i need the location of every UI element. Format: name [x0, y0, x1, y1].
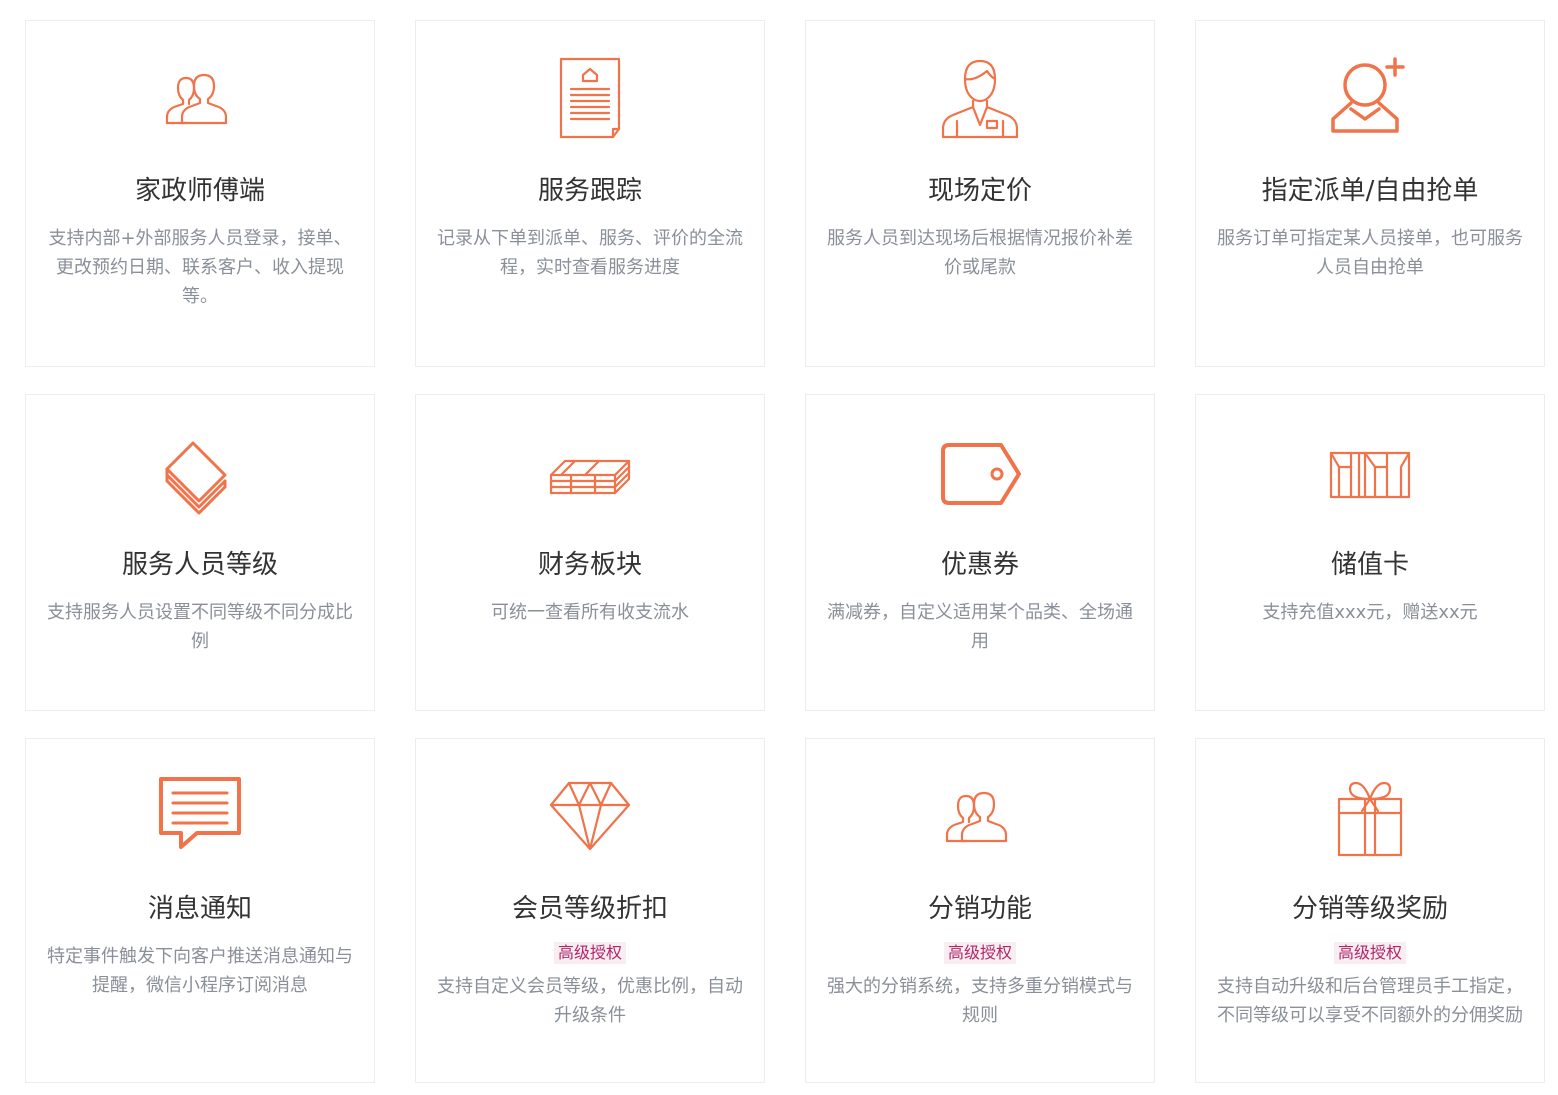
feature-title: 服务跟踪: [537, 176, 642, 206]
feature-card: 指定派单/自由抢单 服务订单可指定某人员接单，也可服务人员自由抢单: [1195, 20, 1545, 367]
feature-title: 现场定价: [927, 176, 1032, 206]
feature-card: 财务板块 可统一查看所有收支流水: [415, 394, 765, 711]
feature-card: 家政师傅端 支持内部+外部服务人员登录，接单、更改预约日期、联系客户、收入提现等…: [25, 20, 375, 367]
feature-card: 服务跟踪 记录从下单到派单、服务、评价的全流程，实时查看服务进度: [415, 20, 765, 367]
license-badge: 高级授权: [1333, 942, 1407, 964]
feature-card: 服务人员等级 支持服务人员设置不同等级不同分成比例: [25, 394, 375, 711]
feature-desc: 支持自动升级和后台管理员手工指定，不同等级可以享受不同额外的分佣奖励: [1217, 976, 1523, 1026]
feature-card: 优惠券 满减券，自定义适用某个品类、全场通用: [805, 394, 1155, 711]
users-icon: [935, 773, 1025, 863]
feature-desc: 记录从下单到派单、服务、评价的全流程，实时查看服务进度: [437, 228, 743, 278]
gift-icon: [1325, 773, 1415, 863]
feature-desc: 服务订单可指定某人员接单，也可服务人员自由抢单: [1217, 228, 1523, 278]
license-badge: 高级授权: [943, 942, 1017, 964]
feature-title: 储值卡: [1330, 550, 1409, 580]
feature-desc: 强大的分销系统，支持多重分销模式与规则: [827, 976, 1133, 1026]
feature-title: 分销功能: [927, 894, 1032, 924]
feature-card: 储值卡 支持充值xxx元，赠送xx元: [1195, 394, 1545, 711]
feature-card: 消息通知 特定事件触发下向客户推送消息通知与提醒，微信小程序订阅消息: [25, 738, 375, 1083]
feature-card: 分销功能 高级授权 强大的分销系统，支持多重分销模式与规则: [805, 738, 1155, 1083]
feature-title: 服务人员等级: [121, 550, 278, 580]
feature-title: 会员等级折扣: [511, 894, 668, 924]
feature-title: 指定派单/自由抢单: [1261, 176, 1479, 206]
feature-grid: 家政师傅端 支持内部+外部服务人员登录，接单、更改预约日期、联系客户、收入提现等…: [25, 20, 1545, 1083]
feature-title: 消息通知: [147, 894, 252, 924]
feature-desc: 支持内部+外部服务人员登录，接单、更改预约日期、联系客户、收入提现等。: [48, 228, 352, 307]
feature-title: 家政师傅端: [134, 176, 265, 206]
feature-desc: 支持自定义会员等级，优惠比例，自动升级条件: [437, 976, 743, 1026]
license-badge: 高级授权: [553, 942, 627, 964]
feature-desc: 可统一查看所有收支流水: [491, 602, 689, 623]
staff-icon: [935, 55, 1025, 145]
document-icon: [545, 55, 635, 145]
feature-desc: 满减券，自定义适用某个品类、全场通用: [827, 602, 1133, 652]
feature-desc: 特定事件触发下向客户推送消息通知与提醒，微信小程序订阅消息: [47, 946, 353, 996]
feature-desc: 支持充值xxx元，赠送xx元: [1262, 602, 1478, 623]
users-icon: [155, 55, 245, 145]
feature-card: 分销等级奖励 高级授权 支持自动升级和后台管理员手工指定，不同等级可以享受不同额…: [1195, 738, 1545, 1083]
feature-desc: 服务人员到达现场后根据情况报价补差价或尾款: [827, 228, 1133, 278]
box-icon: [1325, 429, 1415, 519]
feature-title: 财务板块: [537, 550, 642, 580]
tag-icon: [935, 429, 1025, 519]
feature-card: 现场定价 服务人员到达现场后根据情况报价补差价或尾款: [805, 20, 1155, 367]
layers-icon: [155, 429, 245, 519]
user-add-icon: [1325, 55, 1415, 145]
feature-title: 分销等级奖励: [1291, 894, 1448, 924]
feature-desc: 支持服务人员设置不同等级不同分成比例: [47, 602, 353, 652]
feature-title: 优惠券: [940, 550, 1019, 580]
feature-card: 会员等级折扣 高级授权 支持自定义会员等级，优惠比例，自动升级条件: [415, 738, 765, 1083]
money-icon: [545, 429, 635, 519]
message-icon: [155, 773, 245, 863]
diamond-icon: [545, 773, 635, 863]
